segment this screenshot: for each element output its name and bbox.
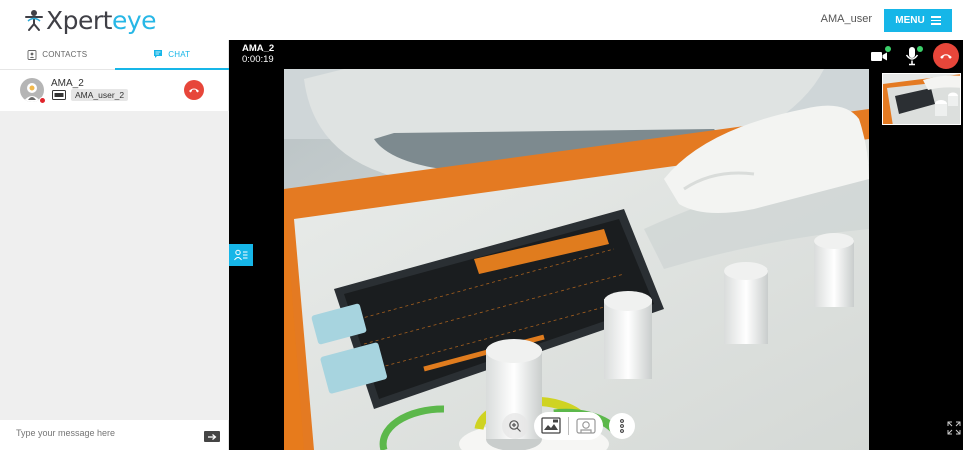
send-button[interactable]: [204, 431, 220, 442]
call-controls: [869, 43, 959, 69]
contact-list-item[interactable]: AMA_2 AMA_user_2: [0, 72, 229, 110]
hang-up-button[interactable]: [933, 43, 959, 69]
status-busy-dot: [39, 97, 46, 104]
self-view-video: [883, 74, 960, 124]
side-panel: CONTACTS CHAT AMA_2 AMA_user_2: [0, 40, 229, 450]
device-icon: [52, 90, 66, 100]
zoom-button[interactable]: [502, 413, 528, 439]
contacts-icon: [27, 49, 37, 60]
menu-label: MENU: [895, 15, 925, 26]
logo-figure-icon: [25, 10, 43, 31]
self-view-thumbnail[interactable]: [882, 73, 961, 125]
hamburger-icon: [930, 14, 941, 27]
microphone-toggle[interactable]: [901, 45, 923, 67]
capture-tools: [534, 412, 603, 440]
remote-video-feed: [284, 69, 869, 450]
video-call-area: AMA_2 0:00:19: [229, 40, 963, 450]
contact-device-badge: AMA_user_2: [71, 89, 129, 101]
video-toolbar: [502, 411, 635, 441]
current-user-name: AMA_user: [820, 13, 872, 25]
image-capture-icon: [541, 417, 561, 434]
expand-icon: [947, 421, 961, 435]
tab-chat[interactable]: CHAT: [114, 40, 229, 70]
chat-messages-area: [0, 111, 229, 420]
tab-contacts[interactable]: CONTACTS: [0, 40, 115, 70]
message-input[interactable]: [16, 428, 196, 438]
more-vertical-icon: [620, 419, 624, 433]
call-duration: 0:00:19: [242, 54, 274, 65]
camera-toggle[interactable]: [869, 45, 891, 67]
app-header: Xperteye AMA_user MENU: [0, 0, 963, 40]
fullscreen-button[interactable]: [947, 421, 961, 435]
toolbar-separator: [568, 417, 569, 435]
panel-tabs: CONTACTS CHAT: [0, 40, 229, 70]
zoom-in-icon: [509, 420, 521, 432]
caller-name: AMA_2: [242, 43, 275, 54]
tab-contacts-label: CONTACTS: [42, 50, 88, 59]
tab-chat-label: CHAT: [168, 49, 191, 59]
menu-button[interactable]: MENU: [884, 9, 952, 32]
phone-hangup-icon: [940, 54, 952, 59]
participants-icon: [234, 249, 248, 261]
end-call-button[interactable]: [184, 80, 204, 100]
camera-switch-icon: [576, 418, 596, 434]
logo-text: Xperteye: [46, 5, 157, 35]
contact-name: AMA_2: [51, 78, 84, 89]
phone-hangup-icon: [189, 88, 199, 93]
participants-button[interactable]: [229, 244, 253, 266]
snapshot-button[interactable]: [541, 416, 561, 436]
camera-on-indicator: [885, 46, 891, 52]
arrow-right-icon: [208, 433, 217, 440]
more-options-button[interactable]: [609, 413, 635, 439]
xpertEye-logo: Xperteye: [24, 5, 157, 35]
mic-on-indicator: [917, 46, 923, 52]
chat-bubble-icon: [154, 50, 163, 58]
remote-camera-button[interactable]: [576, 416, 596, 436]
